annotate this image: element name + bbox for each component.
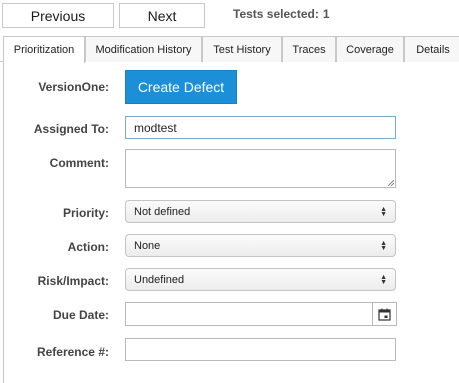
reference-input[interactable] <box>125 338 396 361</box>
next-button[interactable]: Next <box>119 3 205 28</box>
tab-prioritization[interactable]: Prioritization <box>3 36 85 63</box>
tab-traces[interactable]: Traces <box>282 36 336 62</box>
up-down-arrows-icon: ▲ ▼ <box>380 205 387 218</box>
resize-grip-icon[interactable] <box>387 179 394 186</box>
top-navigation-bar: Previous Next Tests selected: 1 <box>0 0 459 30</box>
action-value: None <box>134 239 161 252</box>
versionone-label: VersionOne: <box>38 80 109 94</box>
priority-select[interactable]: Not defined ▲ ▼ <box>125 200 396 223</box>
priority-value: Not defined <box>134 205 191 218</box>
risk-impact-value: Undefined <box>134 273 185 286</box>
tests-selected-status: Tests selected: 1 <box>233 7 330 21</box>
up-down-arrows-icon: ▲ ▼ <box>380 239 387 252</box>
tab-details[interactable]: Details <box>404 36 459 62</box>
risk-impact-select[interactable]: Undefined ▲ ▼ <box>125 268 396 291</box>
priority-label: Priority: <box>62 206 109 220</box>
reference-label: Reference #: <box>36 345 109 359</box>
tab-test-history[interactable]: Test History <box>202 36 282 62</box>
tab-modification-history[interactable]: Modification History <box>85 36 202 62</box>
tests-selected-count: 1 <box>322 7 330 21</box>
create-defect-button[interactable]: Create Defect <box>125 70 237 104</box>
up-down-arrows-icon: ▲ ▼ <box>380 273 387 286</box>
action-select[interactable]: None ▲ ▼ <box>125 234 396 257</box>
comment-textarea[interactable] <box>125 149 396 188</box>
previous-button[interactable]: Previous <box>2 3 114 28</box>
due-date-label: Due Date: <box>52 308 109 322</box>
calendar-icon[interactable] <box>372 303 396 325</box>
assigned-to-label: Assigned To: <box>33 122 109 136</box>
tab-coverage[interactable]: Coverage <box>336 36 404 62</box>
action-label: Action: <box>67 240 109 254</box>
tests-selected-label: Tests selected: <box>233 7 319 21</box>
comment-label: Comment: <box>49 156 109 170</box>
tab-bar: Prioritization Modification History Test… <box>0 36 459 63</box>
due-date-input[interactable] <box>125 302 397 326</box>
assigned-to-input[interactable] <box>125 116 396 139</box>
risk-impact-label: Risk/Impact: <box>37 274 109 288</box>
